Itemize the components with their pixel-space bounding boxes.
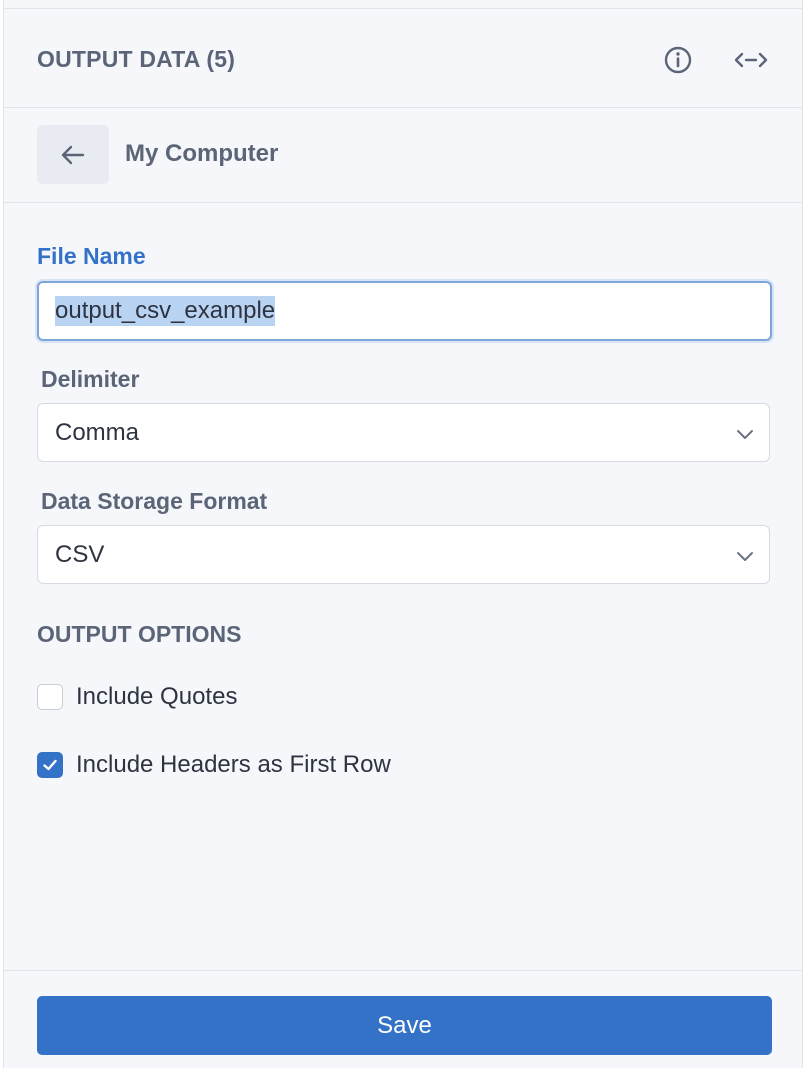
include-headers-option[interactable]: Include Headers as First Row xyxy=(37,750,391,780)
chevron-down-icon xyxy=(737,430,753,439)
location-header: My Computer xyxy=(4,108,802,203)
file-name-value: output_csv_example xyxy=(55,296,276,326)
file-name-label: File Name xyxy=(37,243,146,269)
storage-format-selected-value: CSV xyxy=(55,540,105,568)
panel-header: OUTPUT DATA (5) xyxy=(4,9,802,108)
arrow-left-icon xyxy=(61,145,85,164)
expand-horizontal-icon[interactable] xyxy=(733,45,769,75)
storage-format-select[interactable]: CSV xyxy=(37,525,770,584)
output-options-title: OUTPUT OPTIONS xyxy=(37,621,242,647)
chevron-down-icon xyxy=(737,552,753,561)
info-icon[interactable] xyxy=(663,45,693,75)
include-quotes-label: Include Quotes xyxy=(76,683,238,710)
save-button[interactable]: Save xyxy=(37,996,772,1055)
include-quotes-checkbox[interactable] xyxy=(37,684,63,710)
delimiter-selected-value: Comma xyxy=(55,418,140,446)
checkmark-icon xyxy=(43,759,57,771)
output-data-panel: OUTPUT DATA (5) My Computer File Name ou… xyxy=(3,0,803,1068)
storage-format-label: Data Storage Format xyxy=(41,488,268,514)
panel-title: OUTPUT DATA (5) xyxy=(37,46,236,72)
delimiter-label: Delimiter xyxy=(41,366,140,392)
delimiter-select[interactable]: Comma xyxy=(37,403,770,462)
include-quotes-option[interactable]: Include Quotes xyxy=(37,682,237,712)
include-headers-label: Include Headers as First Row xyxy=(76,751,391,778)
location-title: My Computer xyxy=(125,140,279,167)
footer-divider xyxy=(4,970,802,971)
back-button[interactable] xyxy=(37,125,109,184)
file-name-input[interactable]: output_csv_example xyxy=(37,281,772,341)
include-headers-checkbox[interactable] xyxy=(37,752,63,778)
